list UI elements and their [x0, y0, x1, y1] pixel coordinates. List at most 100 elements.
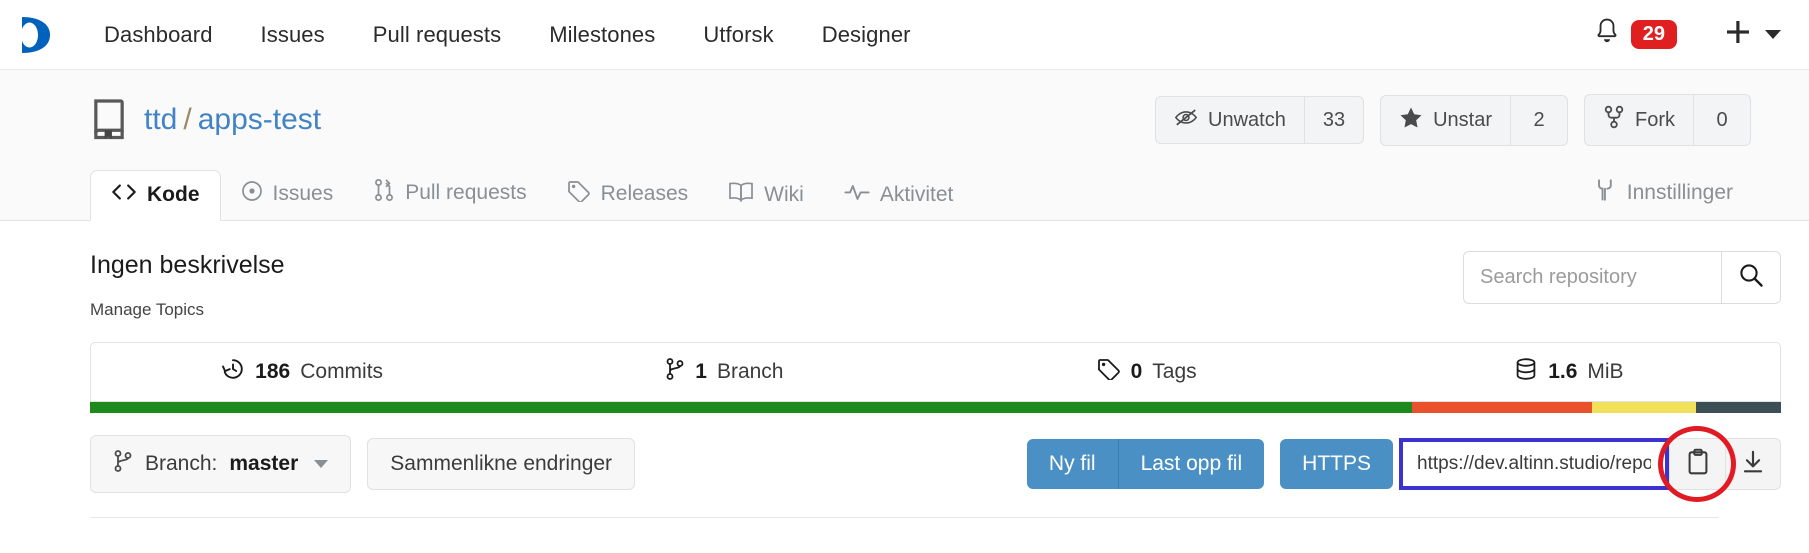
tab-releases[interactable]: Releases [547, 168, 709, 221]
tab-issues[interactable]: Issues [221, 168, 354, 221]
code-icon [111, 183, 137, 207]
nav-link-issues[interactable]: Issues [237, 22, 349, 48]
star-button-group: Unstar 2 [1380, 94, 1568, 146]
tab-aktivitet-label: Aktivitet [879, 183, 954, 206]
unwatch-button[interactable]: Unwatch [1155, 96, 1304, 144]
repository-description: Ingen beskrivelse [90, 251, 285, 279]
language-segment-3 [1591, 402, 1697, 413]
watch-button-group: Unwatch 33 [1155, 96, 1365, 144]
history-icon [221, 357, 245, 387]
notifications-area[interactable]: 29 [1593, 17, 1677, 52]
repository-content: Ingen beskrivelse Manage Topics Search r… [0, 221, 1809, 502]
star-count[interactable]: 2 [1510, 94, 1568, 146]
nav-link-pull-requests[interactable]: Pull requests [349, 22, 525, 48]
plus-icon[interactable] [1723, 17, 1753, 52]
tab-kode[interactable]: Kode [90, 170, 221, 221]
watch-count[interactable]: 33 [1303, 96, 1365, 144]
branch-name-label: master [229, 452, 299, 475]
unstar-button[interactable]: Unstar [1380, 94, 1510, 146]
repository-icon [90, 98, 128, 142]
tab-issues-label: Issues [272, 182, 334, 205]
nav-link-utforsk[interactable]: Utforsk [679, 22, 797, 48]
tab-innstillinger[interactable]: Innstillinger [1573, 166, 1753, 221]
nav-link-designer[interactable]: Designer [798, 22, 935, 48]
fork-icon [1603, 105, 1625, 135]
top-navbar: Dashboard Issues Pull requests Milestone… [0, 0, 1809, 70]
stat-commits[interactable]: 186 Commits [91, 343, 513, 401]
nav-link-milestones[interactable]: Milestones [525, 22, 679, 48]
repository-owner-link[interactable]: ttd [144, 103, 177, 136]
database-icon [1514, 357, 1538, 387]
language-color-bar [90, 402, 1781, 413]
tab-innstillinger-label: Innstillinger [1626, 181, 1733, 204]
tab-kode-label: Kode [147, 183, 200, 206]
repository-tabs: Kode Issues Pull requests Releases Wiki … [0, 164, 1781, 221]
stat-tags-value: 0 [1130, 360, 1143, 383]
primary-nav: Dashboard Issues Pull requests Milestone… [80, 22, 935, 48]
notification-count-badge[interactable]: 29 [1630, 20, 1677, 49]
protocol-https-button[interactable]: HTTPS [1280, 439, 1393, 489]
content-divider [90, 517, 1719, 518]
branch-icon [113, 449, 133, 479]
download-icon [1740, 449, 1766, 480]
description-block: Ingen beskrivelse Manage Topics [90, 251, 1463, 320]
repository-action-row: Branch: master Sammenlikne endringer Ny … [90, 426, 1781, 502]
nav-link-dashboard[interactable]: Dashboard [80, 22, 237, 48]
file-action-group: Ny fil Last opp fil [1026, 439, 1265, 489]
chevron-down-icon[interactable] [1765, 30, 1781, 39]
breadcrumb-separator: / [183, 103, 192, 136]
fork-button[interactable]: Fork [1584, 94, 1693, 146]
repository-page: Dashboard Issues Pull requests Milestone… [0, 0, 1809, 553]
manage-topics-link[interactable]: Manage Topics [90, 300, 1463, 320]
language-segment-2 [1412, 402, 1592, 413]
language-segment-1 [90, 402, 1413, 413]
clone-actions: Ny fil Last opp fil HTTPS [1026, 426, 1781, 502]
copy-clone-url-button[interactable] [1669, 438, 1725, 490]
repository-search [1463, 251, 1781, 304]
navbar-right-actions: 29 [1593, 17, 1781, 52]
stat-branches-value: 1 [695, 360, 707, 383]
repository-breadcrumb: ttd / apps-test [144, 103, 321, 137]
tag-icon [567, 180, 591, 208]
language-segment-4 [1696, 402, 1781, 413]
stat-tags-label: Tags [1152, 360, 1197, 383]
stat-branches[interactable]: 1 Branch [513, 343, 935, 401]
search-input[interactable] [1463, 251, 1721, 304]
stat-size-value: 1.6 [1548, 360, 1578, 383]
branch-icon [665, 357, 685, 387]
tab-aktivitet[interactable]: Aktivitet [824, 170, 974, 221]
tab-wiki[interactable]: Wiki [708, 169, 824, 221]
tab-releases-label: Releases [600, 182, 689, 205]
tab-pull-requests-label: Pull requests [405, 181, 527, 204]
branch-selector-button[interactable]: Branch: master [90, 435, 352, 493]
stat-tags[interactable]: 0 Tags [936, 343, 1358, 401]
copy-button-wrapper [1658, 426, 1781, 502]
compare-changes-button[interactable]: Sammenlikne endringer [367, 438, 636, 490]
unstar-label: Unstar [1433, 108, 1492, 131]
tag-icon [1097, 358, 1121, 386]
search-icon [1737, 261, 1765, 294]
clone-url-input[interactable] [1399, 438, 1669, 490]
wrench-icon [1593, 178, 1617, 208]
repository-stats-bar: 186 Commits 1 Branch 0 Tags 1.6 MiB [90, 342, 1781, 402]
fork-label: Fork [1635, 108, 1675, 131]
stat-commits-value: 186 [255, 360, 291, 383]
create-new-menu[interactable] [1723, 17, 1781, 52]
new-file-button[interactable]: Ny fil [1026, 439, 1119, 489]
search-button[interactable] [1721, 251, 1781, 304]
download-button[interactable] [1725, 438, 1781, 490]
stat-size-label: MiB [1587, 360, 1624, 383]
bell-icon[interactable] [1593, 17, 1621, 52]
branch-prefix-label: Branch: [145, 452, 218, 475]
pull-request-icon [373, 178, 395, 208]
repository-action-buttons: Unwatch 33 Unstar 2 Fork 0 [1155, 94, 1781, 146]
altinn-studio-logo[interactable] [10, 11, 58, 59]
issue-opened-icon [241, 180, 263, 208]
fork-count[interactable]: 0 [1693, 94, 1751, 146]
clone-url-group: HTTPS [1280, 426, 1781, 502]
repository-name-link[interactable]: apps-test [198, 103, 321, 136]
description-row: Ingen beskrivelse Manage Topics [90, 221, 1781, 320]
tab-pull-requests[interactable]: Pull requests [353, 166, 546, 221]
upload-file-button[interactable]: Last opp fil [1118, 439, 1265, 489]
repository-header: ttd / apps-test Unwatch 33 Unstar 2 Fork… [0, 70, 1809, 221]
